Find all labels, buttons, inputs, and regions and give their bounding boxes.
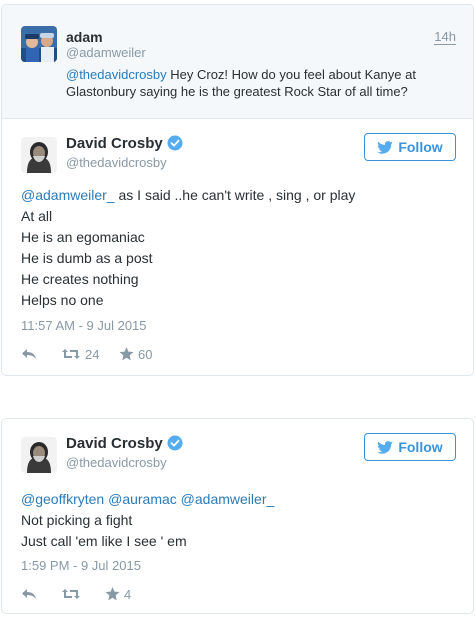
retweet-count: 24 <box>85 346 100 362</box>
mention-link[interactable]: @adamweiler_ <box>21 187 115 203</box>
retweet-icon <box>62 589 80 599</box>
adam-avatar[interactable] <box>21 26 57 62</box>
tweet-actions: 4 <box>21 584 131 604</box>
tweet-card-2: David Crosby @thedavidcrosby Follow @geo… <box>1 418 474 614</box>
mention-links[interactable]: @geoffkryten @auramac @adamweiler_ <box>21 489 461 510</box>
favorite-button[interactable]: 4 <box>105 587 131 602</box>
follow-button[interactable]: Follow <box>364 133 456 161</box>
reply-button[interactable] <box>21 348 61 360</box>
tweet-line: Just call 'em like I see ' em <box>21 533 187 549</box>
favorite-button[interactable]: 60 <box>119 347 152 362</box>
follow-label: Follow <box>398 439 443 455</box>
verified-badge-icon <box>167 435 183 451</box>
parent-tweet-text: @thedavidcrosby Hey Croz! How do you fee… <box>66 66 452 100</box>
tweet-timestamp[interactable]: 1:59 PM - 9 Jul 2015 <box>21 558 141 573</box>
author-name[interactable]: David Crosby <box>66 135 183 152</box>
tweet-line: Not picking a fight <box>21 512 133 528</box>
favorite-star-icon <box>119 347 134 361</box>
follow-button[interactable]: Follow <box>364 433 456 461</box>
david-crosby-avatar[interactable] <box>21 137 57 173</box>
tweet-line: He is dumb as a post <box>21 250 153 266</box>
parent-mention-link[interactable]: @thedavidcrosby <box>66 67 167 82</box>
twitter-bird-icon <box>377 140 394 154</box>
tweet-header: David Crosby @thedavidcrosby Follow <box>2 119 473 189</box>
author-handle[interactable]: @thedavidcrosby <box>66 155 167 170</box>
parent-time-text[interactable]: 14h <box>434 29 456 45</box>
reply-icon <box>22 349 36 359</box>
favorite-star-icon <box>105 587 120 601</box>
author-handle[interactable]: @thedavidcrosby <box>66 455 167 470</box>
parent-tweet[interactable]: adam @adamweiler 14h @thedavidcrosby Hey… <box>2 5 473 119</box>
tweet-timestamp[interactable]: 11:57 AM - 9 Jul 2015 <box>21 318 147 333</box>
author-name[interactable]: David Crosby <box>66 435 183 452</box>
tweet-card-1: adam @adamweiler 14h @thedavidcrosby Hey… <box>1 4 474 376</box>
favorite-count: 60 <box>138 346 153 362</box>
tweet-text: @geoffkryten @auramac @adamweiler_ Not p… <box>21 489 461 552</box>
tweet-line: At all <box>21 208 53 224</box>
parent-time[interactable]: 14h <box>434 29 456 45</box>
david-crosby-avatar[interactable] <box>21 437 57 473</box>
tweet-text: @adamweiler_ as I said ..he can't write … <box>21 185 461 311</box>
favorite-count: 4 <box>124 586 132 602</box>
tweet-line-1-rest: as I said ..he can't write , sing , or p… <box>114 187 356 203</box>
follow-label: Follow <box>398 139 443 155</box>
author-name-text[interactable]: David Crosby <box>66 135 163 152</box>
reply-button[interactable] <box>21 588 61 600</box>
tweet-line: Helps no one <box>21 292 104 308</box>
parent-author-handle[interactable]: @adamweiler <box>66 45 146 60</box>
tweet-line: He creates nothing <box>21 271 139 287</box>
retweet-icon <box>62 349 80 359</box>
parent-author-name[interactable]: adam <box>66 29 103 45</box>
retweet-button[interactable]: 24 <box>61 347 119 362</box>
twitter-bird-icon <box>377 440 394 454</box>
author-name-text[interactable]: David Crosby <box>66 435 163 452</box>
verified-badge-icon <box>167 135 183 151</box>
retweet-button[interactable] <box>61 587 105 601</box>
reply-icon <box>22 589 36 599</box>
tweet-actions: 24 60 <box>21 344 152 364</box>
tweet-line: He is an egomaniac <box>21 229 145 245</box>
tweet-line-1: @adamweiler_ as I said ..he can't write … <box>21 185 461 206</box>
tweet-header: David Crosby @thedavidcrosby Follow <box>2 419 473 489</box>
